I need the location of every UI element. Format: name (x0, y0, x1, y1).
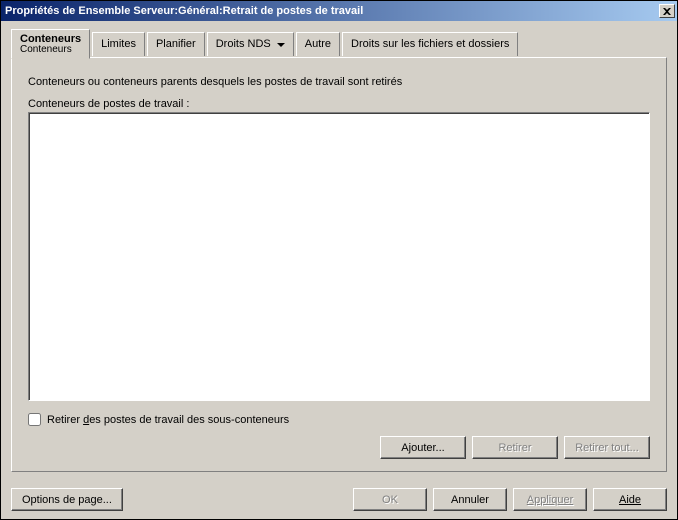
close-x-icon (663, 8, 671, 15)
tab-label: Autre (305, 39, 331, 50)
tab-droits-nds[interactable]: Droits NDS (207, 32, 294, 56)
tab-limites[interactable]: Limites (92, 32, 145, 56)
tab-droits-fichiers[interactable]: Droits sur les fichiers et dossiers (342, 32, 518, 56)
cancel-button[interactable]: Annuler (433, 488, 507, 511)
tab-conteneurs[interactable]: Conteneurs Conteneurs (11, 29, 90, 59)
apply-button: Appliquer (513, 488, 587, 511)
page-options-button[interactable]: Options de page... (11, 488, 123, 511)
tab-label: Droits sur les fichiers et dossiers (351, 39, 509, 50)
tab-label: Planifier (156, 39, 196, 50)
tab-planifier[interactable]: Planifier (147, 32, 205, 56)
remove-from-subcontainers-checkbox[interactable] (28, 413, 41, 426)
close-icon[interactable] (659, 4, 675, 18)
list-label: Conteneurs de postes de travail : (28, 98, 650, 110)
ok-button: OK (353, 488, 427, 511)
tab-autre[interactable]: Autre (296, 32, 340, 56)
remove-from-subcontainers-label[interactable]: Retirer des postes de travail des sous-c… (47, 414, 289, 426)
help-button[interactable]: Aide (593, 488, 667, 511)
tab-label: Limites (101, 39, 136, 50)
dialog-window: Propriétés de Ensemble Serveur:Général:R… (0, 0, 678, 520)
tab-sublabel: Conteneurs (20, 45, 72, 55)
workstation-containers-list[interactable] (28, 112, 650, 401)
chevron-down-icon (277, 43, 285, 47)
titlebar: Propriétés de Ensemble Serveur:Général:R… (1, 1, 677, 21)
client-area: Conteneurs Conteneurs Limites Planifier … (1, 21, 677, 482)
remove-from-subcontainers-row: Retirer des postes de travail des sous-c… (28, 413, 650, 426)
add-button[interactable]: Ajouter... (380, 436, 466, 459)
panel-description: Conteneurs ou conteneurs parents desquel… (28, 76, 650, 88)
tab-label: Conteneurs (20, 34, 81, 45)
remove-button: Retirer (472, 436, 558, 459)
panel-buttons: Ajouter... Retirer Retirer tout... (28, 436, 650, 459)
tab-label: Droits NDS (216, 39, 271, 50)
tab-panel: Conteneurs ou conteneurs parents desquel… (11, 57, 667, 472)
remove-all-button: Retirer tout... (564, 436, 650, 459)
tabstrip: Conteneurs Conteneurs Limites Planifier … (11, 29, 667, 58)
window-title: Propriétés de Ensemble Serveur:Général:R… (5, 5, 363, 17)
bottom-bar: Options de page... OK Annuler Appliquer … (1, 482, 677, 519)
